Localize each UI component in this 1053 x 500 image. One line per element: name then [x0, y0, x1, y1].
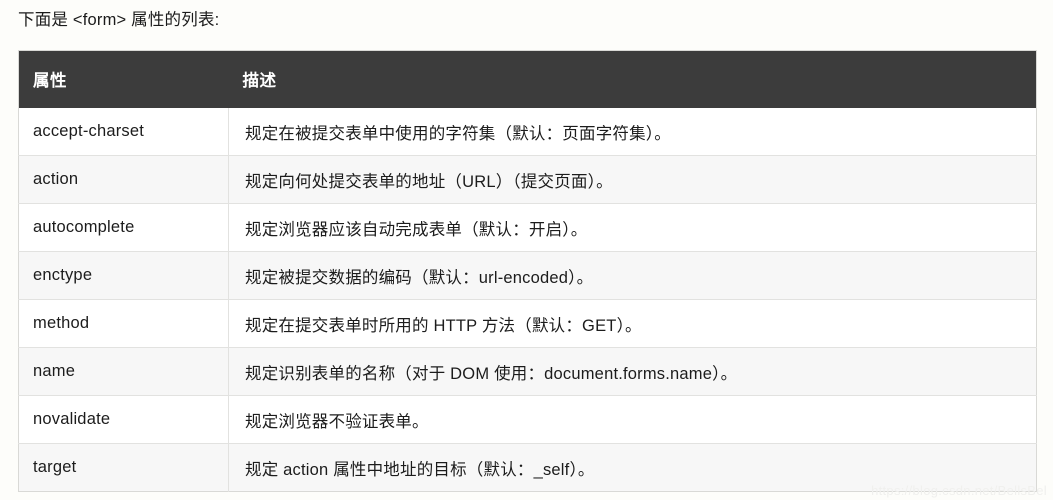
cell-attribute: accept-charset: [18, 108, 229, 156]
cell-attribute: target: [18, 443, 229, 492]
table-row: accept-charset 规定在被提交表单中使用的字符集（默认：页面字符集）。: [18, 108, 1037, 156]
table-header: 属性 描述: [18, 50, 1037, 108]
form-attributes-table: 属性 描述 accept-charset 规定在被提交表单中使用的字符集（默认：页…: [18, 50, 1037, 492]
cell-description: 规定浏览器不验证表单。: [228, 395, 1037, 444]
cell-description: 规定向何处提交表单的地址（URL）（提交页面）。: [228, 155, 1037, 204]
column-header-attribute: 属性: [18, 50, 229, 108]
cell-attribute: name: [18, 347, 229, 396]
intro-text: 下面是 <form> 属性的列表:: [18, 11, 220, 29]
table-row: action 规定向何处提交表单的地址（URL）（提交页面）。: [18, 155, 1037, 204]
table-body: accept-charset 规定在被提交表单中使用的字符集（默认：页面字符集）。…: [18, 108, 1037, 492]
cell-description: 规定识别表单的名称（对于 DOM 使用：document.forms.name）…: [228, 347, 1037, 396]
cell-description: 规定被提交数据的编码（默认：url-encoded）。: [228, 251, 1037, 300]
page-root: 下面是 <form> 属性的列表: 属性 描述 accept-charset 规定…: [0, 0, 1053, 500]
csdn-watermark: https://blog.csdn.net/BellsBel: [871, 483, 1047, 498]
table-row: novalidate 规定浏览器不验证表单。: [18, 395, 1037, 444]
cell-attribute: action: [18, 155, 229, 204]
cell-attribute: autocomplete: [18, 203, 229, 252]
attributes-table-container: 属性 描述 accept-charset 规定在被提交表单中使用的字符集（默认：页…: [18, 50, 1037, 492]
table-row: name 规定识别表单的名称（对于 DOM 使用：document.forms.n…: [18, 347, 1037, 396]
cell-attribute: method: [18, 299, 229, 348]
cell-description: 规定在提交表单时所用的 HTTP 方法（默认：GET）。: [228, 299, 1037, 348]
table-row: method 规定在提交表单时所用的 HTTP 方法（默认：GET）。: [18, 299, 1037, 348]
cell-attribute: novalidate: [18, 395, 229, 444]
cell-description: 规定浏览器应该自动完成表单（默认：开启）。: [228, 203, 1037, 252]
column-header-description: 描述: [228, 50, 1037, 108]
table-row: enctype 规定被提交数据的编码（默认：url-encoded）。: [18, 251, 1037, 300]
cell-attribute: enctype: [18, 251, 229, 300]
cell-description: 规定在被提交表单中使用的字符集（默认：页面字符集）。: [228, 108, 1037, 156]
table-row: autocomplete 规定浏览器应该自动完成表单（默认：开启）。: [18, 203, 1037, 252]
table-header-row: 属性 描述: [18, 50, 1037, 108]
